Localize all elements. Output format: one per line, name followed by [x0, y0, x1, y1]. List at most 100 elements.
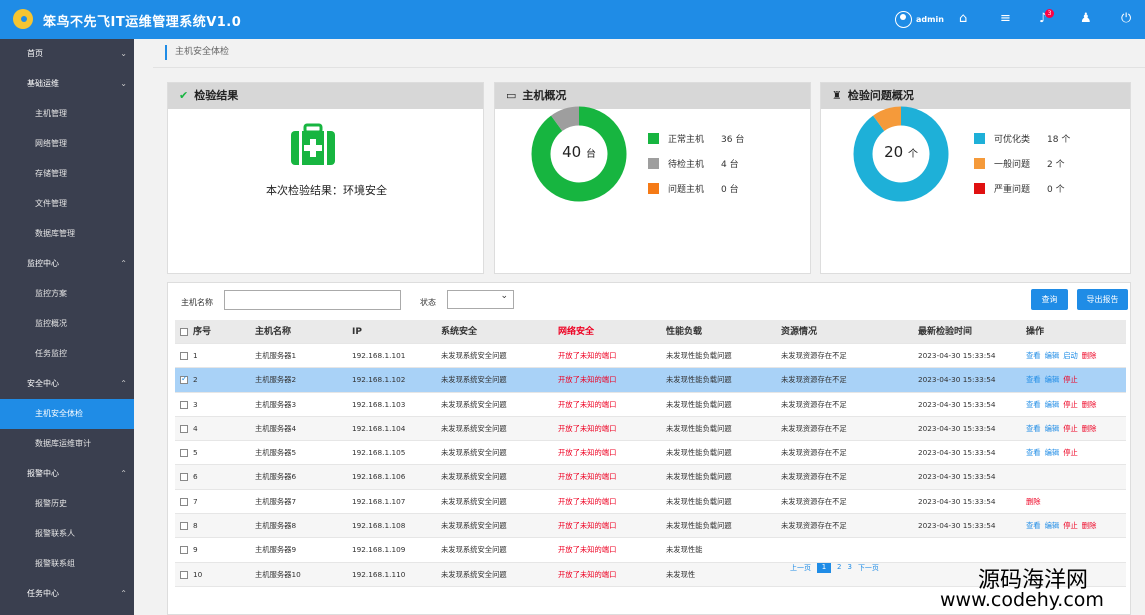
cell-sys: 未发现系统安全问题 — [441, 399, 507, 409]
action-link[interactable]: 编辑 — [1045, 448, 1060, 457]
host-name-input[interactable] — [224, 290, 401, 310]
action-link[interactable]: 编辑 — [1045, 424, 1060, 433]
cell-ip: 192.168.1.103 — [352, 399, 406, 409]
row-checkbox[interactable] — [180, 424, 188, 433]
page-link[interactable]: 2 — [837, 563, 841, 573]
action-link[interactable]: 编辑 — [1045, 521, 1060, 530]
menu-icon[interactable]: ≡ — [1000, 11, 1011, 27]
action-link[interactable]: 删除 — [1082, 351, 1097, 360]
row-checkbox[interactable] — [180, 374, 188, 385]
breadcrumb: 主机安全体检 — [165, 45, 229, 60]
row-checkbox[interactable] — [180, 400, 188, 409]
action-link[interactable]: 查看 — [1026, 400, 1041, 409]
table-row[interactable]: 1 主机服务器1 192.168.1.101 未发现系统安全问题 开放了未知的端口 未发现… — [175, 344, 1126, 369]
action-link[interactable]: 停止 — [1063, 448, 1078, 457]
table-row[interactable]: 6 主机服务器6 192.168.1.106 未发现系统安全问题 开放了未知的端口 未发现… — [175, 465, 1126, 490]
sidebar-item-label: 监控方案 — [35, 289, 67, 298]
sidebar-item[interactable]: 首页 ⌄ — [0, 39, 134, 69]
sidebar-item[interactable]: 数据库管理 — [0, 219, 134, 249]
shirt-icon[interactable]: ♟ — [1080, 11, 1092, 27]
cell-ip: 192.168.1.101 — [352, 351, 406, 360]
column-header: 网络安全 — [558, 327, 595, 337]
table-row[interactable]: 4 主机服务器4 192.168.1.104 未发现系统安全问题 开放了未知的端口 未发现… — [175, 416, 1126, 442]
table-row[interactable]: 7 主机服务器7 192.168.1.107 未发现系统安全问题 开放了未知的端口 未发现… — [175, 490, 1126, 515]
action-link[interactable]: 编辑 — [1045, 400, 1060, 409]
action-link[interactable]: 删除 — [1082, 521, 1097, 530]
next-page-link[interactable]: 下一页 — [858, 563, 879, 573]
sidebar-item[interactable]: 主机安全体检 — [0, 399, 134, 429]
sidebar-item[interactable]: 报警历史 — [0, 489, 134, 519]
action-link[interactable]: 停止 — [1063, 375, 1078, 384]
sidebar-item[interactable]: 任务中心 ⌃ — [0, 579, 134, 609]
table-row[interactable]: 2 主机服务器2 192.168.1.102 未发现系统安全问题 开放了未知的端口 未发现… — [175, 368, 1126, 393]
action-link[interactable]: 停止 — [1063, 521, 1078, 530]
export-report-button[interactable]: 导出报告 — [1077, 289, 1128, 310]
result-card: ✔ 检验结果 本次检验结果：环境安全 — [167, 82, 484, 274]
table-row[interactable]: 3 主机服务器3 192.168.1.103 未发现系统安全问题 开放了未知的端口 未发现… — [175, 393, 1126, 417]
row-checkbox[interactable] — [180, 497, 188, 506]
sidebar-item[interactable]: 任务监控 — [0, 339, 134, 369]
table-row[interactable]: 5 主机服务器5 192.168.1.105 未发现系统安全问题 开放了未知的端口 未发现… — [175, 441, 1126, 466]
sidebar-item-label: 监控中心 — [27, 259, 59, 268]
row-checkbox[interactable] — [180, 546, 188, 555]
row-actions: 查看 编辑 启动 删除 — [1026, 344, 1100, 368]
page-link[interactable]: 3 — [847, 563, 851, 573]
legend-value: 4 台 — [721, 160, 739, 170]
cell-perf: 未发现性能负载问题 — [666, 521, 732, 531]
cell-sys: 未发现系统安全问题 — [441, 375, 507, 385]
row-checkbox[interactable] — [180, 449, 188, 458]
notification-badge: 3 — [1045, 9, 1054, 18]
prev-page-link[interactable]: 上一页 — [790, 563, 811, 573]
sidebar-item[interactable]: 报警联系组 — [0, 549, 134, 579]
cell-sys: 未发现系统安全问题 — [441, 448, 507, 458]
row-actions: 查看 编辑 停止 — [1026, 368, 1082, 392]
action-link[interactable]: 查看 — [1026, 521, 1041, 530]
cell-res: 未发现资源存在不足 — [781, 496, 847, 506]
row-checkbox[interactable] — [180, 473, 188, 482]
action-link[interactable]: 查看 — [1026, 448, 1041, 457]
user-menu[interactable]: admin — [895, 11, 944, 28]
cell-net: 开放了未知的端口 — [558, 399, 617, 409]
row-checkbox[interactable] — [180, 570, 188, 579]
select-all-checkbox[interactable] — [180, 328, 188, 336]
row-checkbox[interactable] — [180, 522, 188, 531]
sidebar-item[interactable]: 存储管理 — [0, 159, 134, 189]
sidebar-item[interactable]: 安全中心 ⌃ — [0, 369, 134, 399]
sidebar-item[interactable]: 主机管理 — [0, 99, 134, 129]
action-link[interactable]: 删除 — [1082, 424, 1097, 433]
sidebar-item[interactable]: 报警联系人 — [0, 519, 134, 549]
legend-item: 一般问题 2 个 — [974, 151, 1070, 176]
sidebar-item[interactable]: 监控方案 — [0, 279, 134, 309]
sidebar-item[interactable]: 监控概况 — [0, 309, 134, 339]
action-link[interactable]: 删除 — [1026, 497, 1041, 506]
sidebar-item[interactable]: 数据库运维审计 — [0, 429, 134, 459]
power-icon[interactable]: ⏻ — [1121, 11, 1131, 27]
action-link[interactable]: 查看 — [1026, 351, 1041, 360]
home-icon[interactable]: ⌂ — [959, 11, 967, 27]
cell-net: 开放了未知的端口 — [558, 351, 617, 360]
action-link[interactable]: 查看 — [1026, 375, 1041, 384]
sidebar-item-label: 数据库管理 — [35, 229, 75, 238]
cell-no: 9 — [193, 545, 198, 555]
table-row[interactable]: 9 主机服务器9 192.168.1.109 未发现系统安全问题 开放了未知的端口 未发现… — [175, 538, 1126, 563]
status-select[interactable] — [447, 290, 514, 309]
sidebar-item[interactable]: 文件管理 — [0, 189, 134, 219]
donut-slice — [873, 106, 902, 132]
table-row[interactable]: 8 主机服务器8 192.168.1.108 未发现系统安全问题 开放了未知的端口 未发现… — [175, 514, 1126, 539]
cell-name: 主机服务器2 — [255, 375, 297, 385]
sidebar-item[interactable]: 基础运维 ⌄ — [0, 69, 134, 99]
sidebar-item[interactable]: 报警中心 ⌃ — [0, 459, 134, 489]
row-checkbox[interactable] — [180, 352, 188, 360]
page-link[interactable]: 1 — [817, 563, 831, 573]
action-link[interactable]: 查看 — [1026, 424, 1041, 433]
sidebar-item[interactable]: 监控中心 ⌃ — [0, 249, 134, 279]
query-button[interactable]: 查询 — [1031, 289, 1068, 310]
sidebar-item[interactable]: 网络管理 — [0, 129, 134, 159]
action-link[interactable]: 启动 — [1063, 351, 1078, 360]
action-link[interactable]: 停止 — [1063, 400, 1078, 409]
action-link[interactable]: 编辑 — [1045, 375, 1060, 384]
action-link[interactable]: 停止 — [1063, 424, 1078, 433]
action-link[interactable]: 编辑 — [1045, 351, 1060, 360]
cell-ip: 192.168.1.109 — [352, 545, 406, 555]
action-link[interactable]: 删除 — [1082, 400, 1097, 409]
